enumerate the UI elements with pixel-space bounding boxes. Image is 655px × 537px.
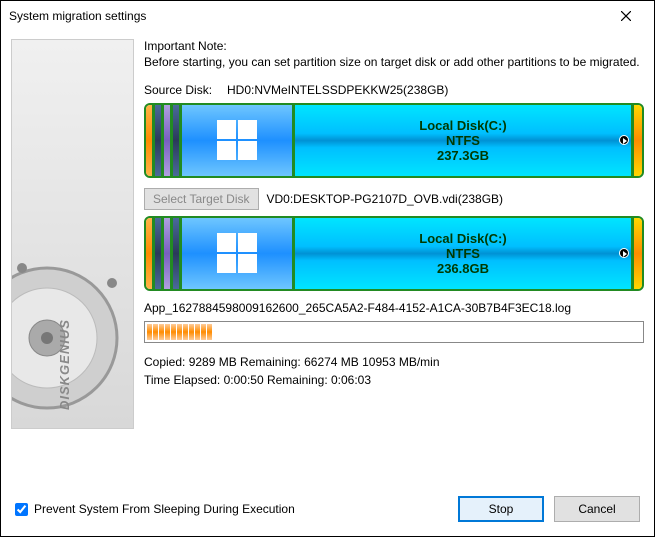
select-target-disk-button: Select Target Disk [144,188,259,210]
progress-stats: Copied: 9289 MB Remaining: 66274 MB 1095… [144,353,644,389]
titlebar: System migration settings [1,1,654,31]
stop-button[interactable]: Stop [458,496,544,522]
resize-handle-icon[interactable] [619,248,629,258]
sidebar-image: DISKGENIUS [11,39,134,429]
resize-handle-icon[interactable] [619,135,629,145]
source-disk-value: HD0:NVMeINTELSSDPEKKW25(238GB) [227,83,448,97]
close-icon [621,11,631,21]
target-disk-value: VD0:DESKTOP-PG2107D_OVB.vdi(238GB) [267,192,504,206]
target-main-partition[interactable]: Local Disk(C:) NTFS 236.8GB [295,218,631,289]
source-main-partition[interactable]: Local Disk(C:) NTFS 237.3GB [295,105,631,176]
cancel-button[interactable]: Cancel [554,496,640,522]
source-disk-label: Source Disk: [144,83,219,97]
windows-partition-icon [182,218,292,289]
close-button[interactable] [606,4,646,28]
window-title: System migration settings [9,9,146,23]
note-body: Before starting, you can set partition s… [144,55,644,71]
prevent-sleep-checkbox[interactable]: Prevent System From Sleeping During Exec… [15,502,295,516]
target-disk-bar[interactable]: Local Disk(C:) NTFS 236.8GB [144,216,644,291]
note-title: Important Note: [144,39,644,53]
brand-label: DISKGENIUS [57,319,72,410]
windows-partition-icon [182,105,292,176]
footer: Prevent System From Sleeping During Exec… [1,486,654,536]
prevent-sleep-input[interactable] [15,503,28,516]
source-disk-bar[interactable]: Local Disk(C:) NTFS 237.3GB [144,103,644,178]
progress-bar [144,321,644,343]
current-file: App_1627884598009162600_265CA5A2-F484-41… [144,301,644,315]
